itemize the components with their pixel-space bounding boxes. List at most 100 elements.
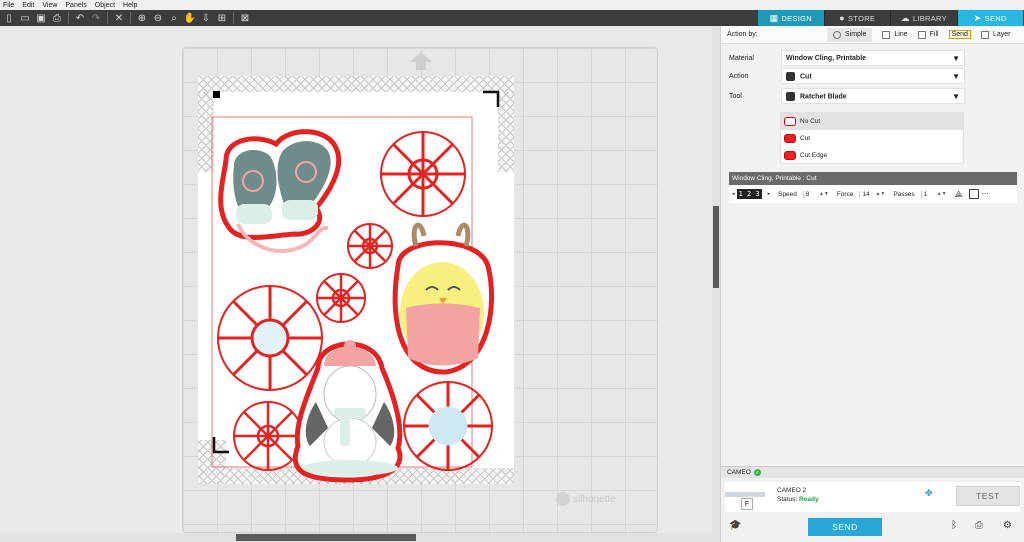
- passes-stepper-icon[interactable]: ▲▼: [937, 191, 947, 197]
- advanced-box-icon[interactable]: [968, 189, 979, 199]
- store-icon: ●: [839, 13, 846, 23]
- sequence-digits[interactable]: 1 2 3: [736, 189, 762, 199]
- registration-mark-square: [213, 91, 220, 98]
- option-fill[interactable]: Fill: [917, 30, 939, 39]
- feed-direction-icon: [410, 52, 432, 62]
- silhouette-logo-icon: [556, 492, 570, 506]
- device-card: F CAMEO 2 Status: Ready ✥ TEST: [725, 482, 1021, 512]
- option-layer[interactable]: Layer: [980, 30, 1010, 39]
- design-canvas[interactable]: silhouette: [0, 26, 712, 533]
- cut-option-no-cut[interactable]: No Cut: [781, 113, 963, 130]
- settings-gear-icon[interactable]: ⚙: [1003, 520, 1012, 531]
- redo-icon[interactable]: ↷: [90, 12, 102, 24]
- material-label: Material: [729, 54, 754, 62]
- more-options-icon[interactable]: ⋯: [982, 190, 989, 198]
- horizontal-scrollbar[interactable]: [0, 533, 720, 542]
- printer-icon[interactable]: ⎙: [975, 520, 983, 531]
- zoom-in-icon[interactable]: ⊕: [136, 12, 148, 24]
- tab-store[interactable]: ● STORE: [825, 10, 891, 26]
- cut-settings-header: Window Cling, Printable : Cut: [729, 172, 1017, 185]
- left-arrow-icon[interactable]: ◂: [732, 191, 735, 197]
- registration-mark-corner: [212, 437, 229, 454]
- send-button[interactable]: SEND: [808, 518, 882, 536]
- cut-option-cut[interactable]: Cut: [781, 130, 963, 147]
- test-button[interactable]: TEST: [956, 486, 1020, 506]
- tool-row: Tool Ratchet Blade ▼: [721, 87, 1024, 105]
- pan-hand-icon[interactable]: ✋: [184, 12, 196, 24]
- move-blade-dpad-icon[interactable]: ✥: [925, 488, 945, 504]
- speed-label: Speed: [778, 190, 797, 198]
- no-cut-icon: [784, 117, 796, 126]
- page-sheet: [198, 76, 514, 484]
- menu-help[interactable]: Help: [123, 2, 137, 9]
- force-stepper-icon[interactable]: ▲▼: [875, 191, 885, 197]
- move-down-icon[interactable]: ⇩: [200, 12, 212, 24]
- watermark: silhouette: [556, 492, 616, 506]
- speed-value[interactable]: 8: [802, 190, 817, 198]
- cut-option-cut-edge[interactable]: Cut Edge: [781, 147, 963, 164]
- horizontal-scroll-thumb[interactable]: [236, 534, 416, 541]
- device-name: CAMEO 2: [777, 487, 807, 494]
- passes-value[interactable]: 1: [920, 190, 935, 198]
- snowflake-bottom-left: [233, 401, 303, 471]
- toolbar-divider: [68, 12, 69, 24]
- tool-select[interactable]: Ratchet Blade ▼: [781, 88, 965, 104]
- option-line[interactable]: Line: [882, 30, 908, 39]
- delete-icon[interactable]: ✕: [113, 12, 125, 24]
- send-icon: ➤: [973, 12, 982, 23]
- menu-object[interactable]: Object: [95, 2, 115, 9]
- speed-stepper-icon[interactable]: ▲▼: [819, 191, 829, 197]
- blade-depth-icon[interactable]: ⟁: [955, 189, 963, 200]
- action-label: Action: [729, 72, 749, 80]
- menu-view[interactable]: View: [42, 2, 57, 9]
- action-select[interactable]: Cut ▼: [781, 68, 965, 84]
- toolbar-divider: [107, 12, 108, 24]
- force-value[interactable]: 14: [859, 190, 873, 198]
- snowflake-small: [347, 223, 393, 269]
- snowflake-small: [316, 273, 366, 323]
- new-document-icon[interactable]: ▯: [3, 12, 15, 24]
- zoom-out-icon[interactable]: ⊖: [152, 12, 164, 24]
- graduation-cap-icon[interactable]: 🎓: [729, 520, 741, 531]
- material-select[interactable]: Window Cling, Printable ▼: [781, 50, 965, 66]
- menu-panels[interactable]: Panels: [65, 2, 86, 9]
- grid-toggle-icon[interactable]: ⊠: [239, 12, 251, 24]
- menu-file[interactable]: File: [3, 2, 14, 9]
- snowflake-bottom-right: [403, 381, 493, 471]
- toolbar-divider: [233, 12, 234, 24]
- vertical-scrollbar[interactable]: [712, 26, 720, 533]
- connected-check-icon: ✓: [753, 469, 761, 476]
- cut-style-list: No Cut Cut Cut Edge: [780, 112, 964, 164]
- open-folder-icon[interactable]: ▭: [19, 12, 31, 24]
- option-simple[interactable]: Simple: [827, 27, 873, 42]
- grid-icon: ▦: [769, 12, 779, 23]
- blade-icon: [786, 71, 795, 81]
- option-send[interactable]: Send: [948, 30, 971, 39]
- menu-edit[interactable]: Edit: [22, 2, 34, 9]
- bluetooth-icon[interactable]: ᛒ: [951, 520, 957, 531]
- device-block: CAMEO ✓ F CAMEO 2 Status: Ready ✥ TEST 🎓…: [721, 466, 1024, 542]
- save-icon[interactable]: ▣: [35, 12, 47, 24]
- print-icon[interactable]: ⎙: [51, 12, 63, 24]
- dropdown-arrow-icon: ▼: [952, 91, 960, 101]
- layer-icon: [980, 30, 989, 39]
- fit-page-icon[interactable]: ⊞: [216, 12, 228, 24]
- undo-icon[interactable]: ↶: [74, 12, 86, 24]
- snowflake-large-left: [217, 285, 323, 391]
- cut-edge-icon: [784, 151, 796, 160]
- owl-sticker: [392, 222, 495, 375]
- zoom-box-icon[interactable]: ⌕: [168, 12, 180, 24]
- snowflake-large: [380, 131, 466, 217]
- right-arrow-icon[interactable]: ▸: [768, 191, 771, 197]
- device-header: CAMEO ✓: [721, 466, 1024, 478]
- tab-library[interactable]: ☁ LIBRARY: [891, 10, 958, 26]
- force-label: Force: [836, 190, 854, 198]
- fill-icon: [917, 30, 926, 39]
- material-row: Material Window Cling, Printable ▼: [721, 49, 1024, 67]
- device-status: Status: Ready: [777, 496, 819, 503]
- tab-send[interactable]: ➤ SEND: [957, 10, 1024, 26]
- action-by-label: Action by:: [727, 31, 758, 38]
- vertical-scroll-thumb[interactable]: [713, 206, 719, 288]
- tab-design[interactable]: ▦ DESIGN: [758, 10, 825, 26]
- ratchet-blade-icon: [786, 91, 795, 101]
